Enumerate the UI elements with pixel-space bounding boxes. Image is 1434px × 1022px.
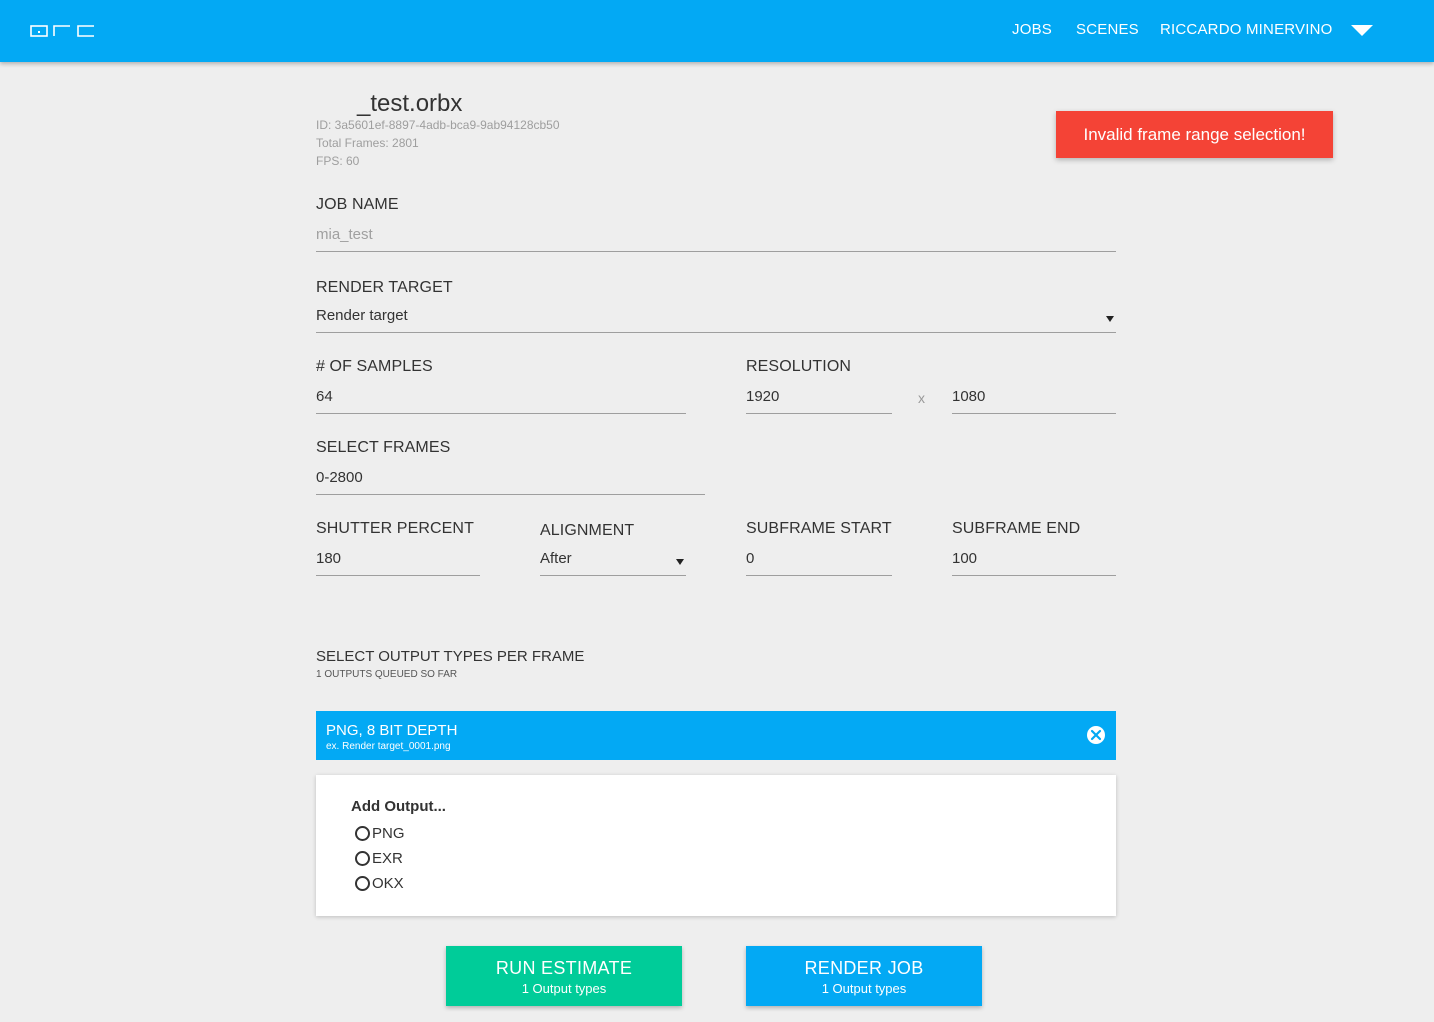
output-option-label: PNG [372, 825, 405, 842]
alignment-label: ALIGNMENT [540, 522, 635, 539]
render-job-sublabel: 1 Output types [821, 981, 907, 996]
outputs-queued-count: 1 OUTPUTS QUEUED SO FAR [316, 669, 458, 680]
queued-output-item[interactable]: PNG, 8 BIT DEPTH ex. Render target_0001.… [316, 711, 1116, 760]
error-toast-message: Invalid frame range selection! [1083, 124, 1306, 144]
add-output-card: Add Output... PNG EXR OKX [316, 775, 1116, 916]
subframe-start-input[interactable]: 0 [746, 550, 892, 576]
run-estimate-label: RUN ESTIMATE [495, 958, 633, 978]
subframe-start-label: SUBFRAME START [746, 520, 892, 537]
dropdown-arrow-icon [1106, 316, 1114, 322]
dropdown-arrow-icon [676, 559, 684, 565]
nav-jobs[interactable]: JOBS [1012, 21, 1052, 38]
output-option-png[interactable]: PNG [355, 825, 405, 842]
frames-input[interactable]: 0-2800 [316, 469, 705, 495]
scene-id: ID: 3a5601ef-8897-4adb-bca9-9ab94128cb50 [316, 118, 560, 132]
resolution-height-input[interactable]: 1080 [952, 388, 1116, 414]
shutter-label: SHUTTER PERCENT [316, 520, 474, 537]
job-name-label: JOB NAME [316, 196, 399, 213]
output-option-label: OKX [372, 875, 404, 892]
run-estimate-sublabel: 1 Output types [521, 981, 607, 996]
scene-fps: FPS: 60 [316, 154, 360, 168]
scene-total-frames: Total Frames: 2801 [316, 136, 419, 150]
output-option-label: EXR [372, 850, 403, 867]
remove-output-close-icon[interactable] [1086, 725, 1106, 745]
subframe-end-input[interactable]: 100 [952, 550, 1116, 576]
run-estimate-button[interactable]: RUN ESTIMATE 1 Output types [446, 946, 682, 1006]
render-job-label: RENDER JOB [804, 958, 924, 978]
add-output-title: Add Output... [351, 798, 446, 815]
error-toast[interactable]: Invalid frame range selection! [1056, 111, 1333, 158]
resolution-width-input[interactable]: 1920 [746, 388, 892, 414]
alignment-value: After [540, 550, 572, 567]
outputs-section-title: SELECT OUTPUT TYPES PER FRAME [316, 648, 585, 665]
samples-label: # OF SAMPLES [316, 358, 433, 375]
nav-user[interactable]: RICCARDO MINERVINO [1160, 21, 1333, 38]
radio-button-icon[interactable] [355, 851, 370, 866]
output-option-okx[interactable]: OKX [355, 875, 404, 892]
queued-output-example: ex. Render target_0001.png [326, 741, 451, 752]
job-name-input[interactable]: mia_test [316, 226, 1116, 252]
top-app-bar: JOBS SCENES RICCARDO MINERVINO [0, 0, 1434, 62]
alignment-select[interactable]: After [540, 550, 686, 576]
radio-button-icon[interactable] [355, 876, 370, 891]
subframe-end-label: SUBFRAME END [952, 520, 1081, 537]
shutter-input[interactable]: 180 [316, 550, 480, 576]
render-job-button[interactable]: RENDER JOB 1 Output types [746, 946, 982, 1006]
frames-label: SELECT FRAMES [316, 439, 451, 456]
nav-scenes[interactable]: SCENES [1076, 21, 1139, 38]
samples-input[interactable]: 64 [316, 388, 686, 414]
render-target-value: Render target [316, 307, 408, 324]
output-option-exr[interactable]: EXR [355, 850, 403, 867]
queued-output-name: PNG, 8 BIT DEPTH [326, 722, 458, 739]
user-menu-caret-icon[interactable] [1351, 25, 1373, 36]
scene-title: _test.orbx [357, 90, 463, 117]
arc-logo[interactable] [30, 23, 96, 37]
radio-button-icon[interactable] [355, 826, 370, 841]
resolution-label: RESOLUTION [746, 358, 852, 375]
resolution-separator: x [918, 390, 925, 406]
render-target-label: RENDER TARGET [316, 279, 453, 296]
render-target-select[interactable]: Render target [316, 307, 1116, 333]
